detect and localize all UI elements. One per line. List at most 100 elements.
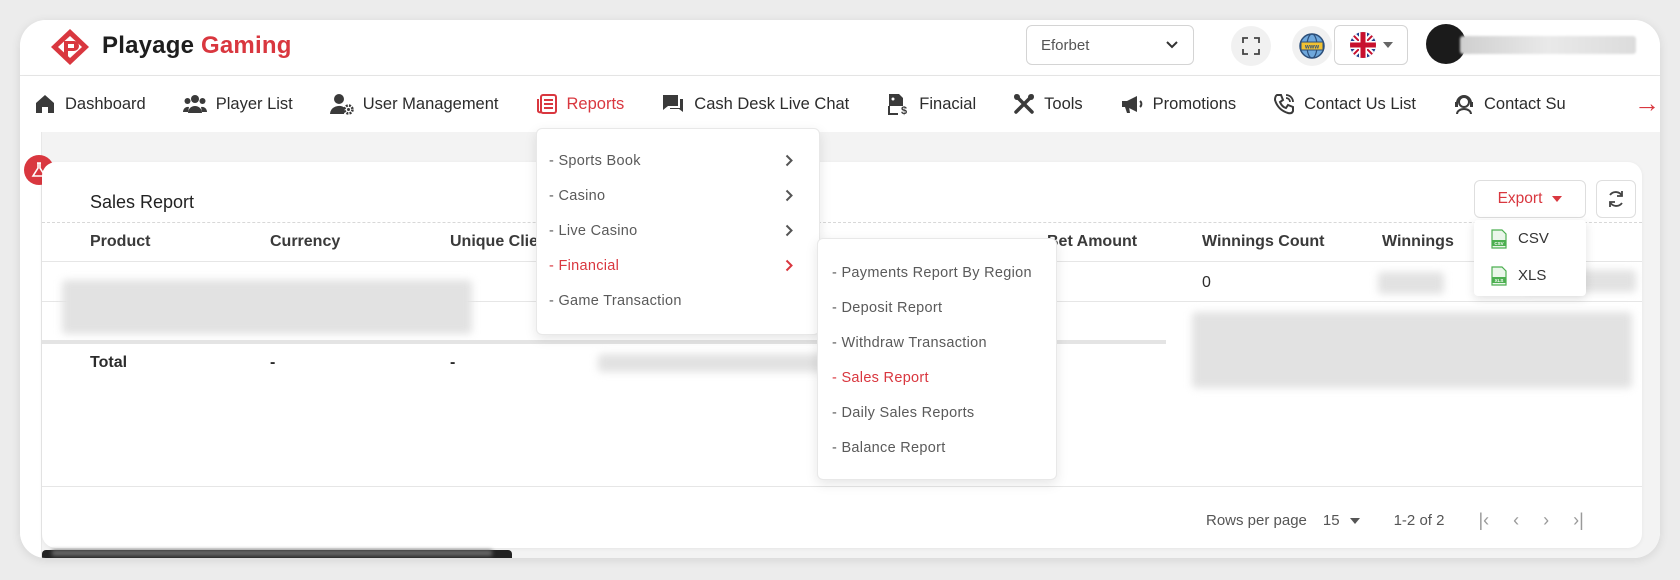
financial-submenu: - Payments Report By Region - Deposit Re… <box>817 238 1057 480</box>
menu-item-label: - Game Transaction <box>549 292 682 309</box>
redacted-cell <box>1378 272 1444 294</box>
caret-down-icon <box>1383 42 1393 48</box>
column-header[interactable]: Product <box>90 233 150 251</box>
brand-name: Playage Gaming <box>102 32 292 60</box>
nav-item-dashboard[interactable]: Dashboard <box>34 93 146 115</box>
export-xls-option[interactable]: XLS XLS <box>1474 257 1586 294</box>
financial-menu-daily-sales-reports[interactable]: - Daily Sales Reports <box>818 395 1056 430</box>
redacted-cell <box>598 354 838 372</box>
financial-menu-balance-report[interactable]: - Balance Report <box>818 430 1056 465</box>
language-select[interactable] <box>1334 25 1408 65</box>
financial-menu-deposit-report[interactable]: - Deposit Report <box>818 290 1056 325</box>
xls-file-icon: XLS <box>1491 265 1507 286</box>
pagination: Rows per page 15 1-2 of 2 |‹ ‹ › ›| <box>1206 510 1584 531</box>
nav-label: Finacial <box>919 94 977 113</box>
reports-menu-game-transaction[interactable]: - Game Transaction <box>537 283 819 318</box>
nav-item-player-list[interactable]: Player List <box>182 93 293 115</box>
tools-icon <box>1014 94 1035 114</box>
svg-text:www: www <box>1304 45 1319 51</box>
users-icon <box>182 95 207 113</box>
financial-menu-payments-by-region[interactable]: - Payments Report By Region <box>818 255 1056 290</box>
reports-menu-live-casino[interactable]: - Live Casino <box>537 213 819 248</box>
csv-file-icon: CSV <box>1491 228 1507 249</box>
page-title: Sales Report <box>90 192 195 212</box>
globe-www-icon: www <box>1299 33 1325 59</box>
nav-label: Promotions <box>1152 94 1237 113</box>
nav-label: User Management <box>362 94 499 113</box>
nav-item-finacial[interactable]: $ Finacial <box>886 92 976 116</box>
reports-menu: - Sports Book - Casino - Live Casino - F… <box>536 128 820 335</box>
brand-part2: Gaming <box>201 32 292 59</box>
nav-label: Tools <box>1044 94 1083 113</box>
operator-select-value: Eforbet <box>1041 36 1090 54</box>
nav-item-promotions[interactable]: Promotions <box>1120 93 1236 115</box>
redacted-block <box>1192 312 1632 388</box>
menu-item-label: - Sports Book <box>549 152 641 169</box>
link-status-bar <box>42 550 512 558</box>
fullscreen-button[interactable] <box>1231 26 1271 66</box>
reports-menu-casino[interactable]: - Casino <box>537 178 819 213</box>
home-icon <box>36 95 54 113</box>
first-page-icon[interactable]: |‹ <box>1478 510 1489 531</box>
prev-page-icon[interactable]: ‹ <box>1513 510 1519 531</box>
column-header[interactable]: Winnings <box>1382 233 1454 251</box>
nav-label: Contact Us List <box>1304 94 1416 113</box>
playage-logo-icon <box>51 29 89 65</box>
export-csv-label: CSV <box>1518 230 1549 247</box>
nav-label: Player List <box>215 94 293 113</box>
chevron-right-icon <box>785 259 793 272</box>
uk-flag-icon <box>1350 32 1376 58</box>
export-label: Export <box>1497 190 1543 207</box>
svg-text:$: $ <box>901 105 907 116</box>
export-button[interactable]: Export <box>1474 180 1586 218</box>
website-button[interactable]: www <box>1292 26 1332 66</box>
total-label: Total <box>90 354 128 371</box>
winnings-count-cell: 0 <box>1202 274 1211 291</box>
operator-select[interactable]: Eforbet <box>1026 25 1194 65</box>
total-currency: - <box>270 354 276 371</box>
column-header[interactable]: Winnings Count <box>1202 233 1325 251</box>
menu-item-label: - Casino <box>549 187 606 204</box>
next-page-icon[interactable]: › <box>1543 510 1549 531</box>
megaphone-icon <box>1121 96 1142 113</box>
brand-part1: Playage <box>102 32 195 59</box>
user-name-redacted <box>1460 36 1636 54</box>
nav-label: Dashboard <box>65 94 146 113</box>
nav-item-cash-desk-live-chat[interactable]: Cash Desk Live Chat <box>661 93 849 115</box>
export-csv-option[interactable]: CSV CSV <box>1474 220 1586 257</box>
nav-scroll-right-icon[interactable]: → <box>1634 90 1660 116</box>
reports-menu-financial[interactable]: - Financial <box>537 248 819 283</box>
footer-divider <box>42 486 1642 487</box>
chevron-down-icon <box>1166 41 1178 49</box>
fullscreen-icon <box>1242 37 1260 55</box>
app-window: Playage Gaming Eforbet www Dashboard Pla… <box>20 20 1660 558</box>
total-unique-clients: - <box>450 354 456 371</box>
export-xls-label: XLS <box>1518 267 1547 284</box>
money-file-icon: $ <box>888 94 907 116</box>
financial-menu-withdraw-transaction[interactable]: - Withdraw Transaction <box>818 325 1056 360</box>
financial-menu-sales-report[interactable]: - Sales Report <box>818 360 1056 395</box>
reports-menu-sports-book[interactable]: - Sports Book <box>537 143 819 178</box>
menu-item-label: - Live Casino <box>549 222 638 239</box>
menu-item-label: - Financial <box>549 257 620 274</box>
nav-item-user-management[interactable]: User Management <box>329 93 499 115</box>
nav-item-contact-support[interactable]: Contact Su <box>1453 93 1566 115</box>
refresh-button[interactable] <box>1596 180 1636 218</box>
chat-icon <box>663 95 684 112</box>
svg-text:XLS: XLS <box>1495 278 1504 283</box>
nav-item-tools[interactable]: Tools <box>1013 93 1083 115</box>
rows-per-page-select[interactable]: 15 <box>1323 512 1360 529</box>
phone-icon <box>1274 94 1295 115</box>
chevron-right-icon <box>785 154 793 167</box>
column-header[interactable]: Bet Amount <box>1047 233 1137 251</box>
user-gear-icon <box>329 94 354 115</box>
nav-item-reports[interactable]: Reports <box>536 93 624 115</box>
refresh-icon <box>1609 191 1623 207</box>
caret-down-icon <box>1552 196 1563 202</box>
top-bar: Playage Gaming Eforbet www <box>20 20 1660 76</box>
column-header[interactable]: Currency <box>270 233 340 251</box>
svg-text:CSV: CSV <box>1494 241 1503 246</box>
nav-item-contact-us-list[interactable]: Contact Us List <box>1273 93 1416 115</box>
last-page-icon[interactable]: ›| <box>1573 510 1584 531</box>
nav-label: Cash Desk Live Chat <box>694 94 850 113</box>
